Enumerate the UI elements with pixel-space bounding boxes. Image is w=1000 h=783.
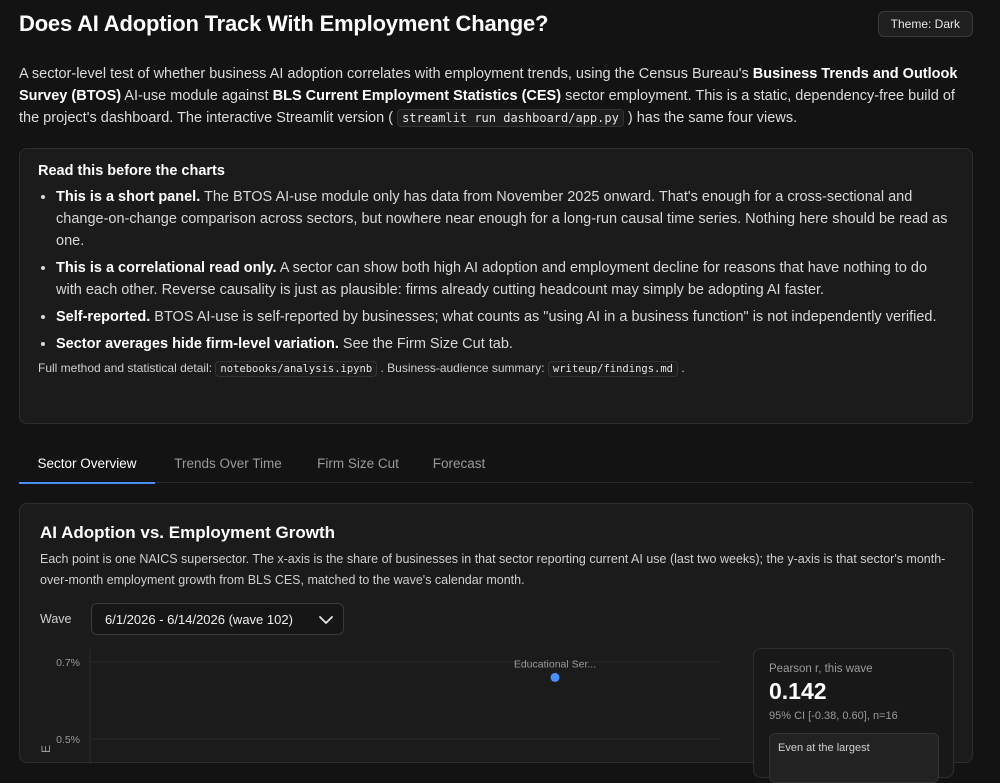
- y-axis-label: E: [39, 745, 53, 753]
- caveat-item: Sector averages hide firm-level variatio…: [56, 333, 954, 355]
- intro-text: A sector-level test of whether business …: [19, 66, 753, 82]
- scatter-plot-svg: 0.7% 0.5%E Educational Ser...: [39, 649, 720, 764]
- theme-toggle-button[interactable]: Theme: Dark: [877, 11, 973, 37]
- caveat-item: This is a correlational read only. A sec…: [56, 257, 954, 301]
- method-text: . Business-audience summary:: [377, 361, 548, 375]
- tab-sector-overview[interactable]: Sector Overview: [19, 448, 155, 484]
- stat-note: Even at the largest: [769, 733, 939, 783]
- scatter-chart: 0.7% 0.5% E Educational Ser...: [34, 649, 734, 764]
- caveat-text: See the Firm Size Cut tab.: [338, 336, 513, 352]
- point-label: Educational Ser...: [514, 658, 596, 670]
- wave-label: Wave: [40, 612, 72, 626]
- intro-text: ) has the same four views.: [623, 110, 798, 126]
- method-text: .: [678, 361, 685, 375]
- caveat-item: This is a short panel. The BTOS AI-use m…: [56, 186, 954, 252]
- caveat-heading: This is a short panel.: [56, 189, 201, 205]
- header: Does AI Adoption Track With Employment C…: [19, 0, 973, 60]
- card-description: Each point is one NAICS supersector. The…: [40, 552, 946, 587]
- tab-forecast[interactable]: Forecast: [423, 448, 495, 482]
- y-tick-label: 0.5%: [56, 734, 80, 746]
- page: Does AI Adoption Track With Employment C…: [19, 0, 973, 783]
- adoption-vs-employment-card: AI Adoption vs. Employment Growth Each p…: [19, 503, 973, 783]
- confidence-interval: 95% CI [-0.38, 0.60], n=16: [769, 710, 898, 722]
- method-text: Full method and statistical detail:: [38, 361, 216, 375]
- intro-ces-name: BLS Current Employment Statistics (CES): [272, 88, 562, 104]
- pearson-r-value: 0.142: [769, 678, 827, 704]
- pearson-stat-card: Pearson r, this wave 0.142 95% CI [-0.38…: [753, 648, 954, 783]
- notebook-path-code: notebooks/analysis.ipynb: [215, 361, 378, 377]
- page-title: Does AI Adoption Track With Employment C…: [19, 11, 549, 36]
- findings-path-code: writeup/findings.md: [547, 361, 678, 377]
- streamlit-command-code: streamlit run dashboard/app.py: [397, 109, 624, 127]
- data-point: [550, 672, 560, 682]
- caveat-heading: Self-reported.: [56, 309, 151, 325]
- caveats-callout: Read this before the charts This is a sh…: [19, 148, 973, 424]
- caveat-heading: This is a correlational read only.: [56, 260, 277, 276]
- tab-trends-over-time[interactable]: Trends Over Time: [163, 448, 293, 482]
- y-tick-label: 0.7%: [56, 657, 80, 669]
- callout-title: Read this before the charts: [38, 163, 225, 179]
- caveat-text: BTOS AI-use is self-reported by business…: [150, 309, 937, 325]
- tab-firm-size-cut[interactable]: Firm Size Cut: [303, 448, 413, 482]
- card-title: AI Adoption vs. Employment Growth: [40, 523, 335, 542]
- stat-label: Pearson r, this wave: [769, 663, 873, 675]
- caveat-item: Self-reported. BTOS AI-use is self-repor…: [56, 306, 954, 328]
- intro-text: AI-use module against: [121, 88, 273, 104]
- wave-select[interactable]: 6/1/2026 - 6/14/2026 (wave 102): [91, 603, 344, 635]
- caveat-heading: Sector averages hide firm-level variatio…: [56, 336, 339, 352]
- chevron-down-icon: [319, 616, 333, 624]
- wave-select-value: 6/1/2026 - 6/14/2026 (wave 102): [105, 612, 293, 627]
- view-tabs: Sector Overview Trends Over Time Firm Si…: [19, 448, 973, 484]
- intro-paragraph: A sector-level test of whether business …: [19, 63, 969, 129]
- method-note: Full method and statistical detail: note…: [38, 361, 954, 377]
- caveats-list: This is a short panel. The BTOS AI-use m…: [38, 186, 954, 355]
